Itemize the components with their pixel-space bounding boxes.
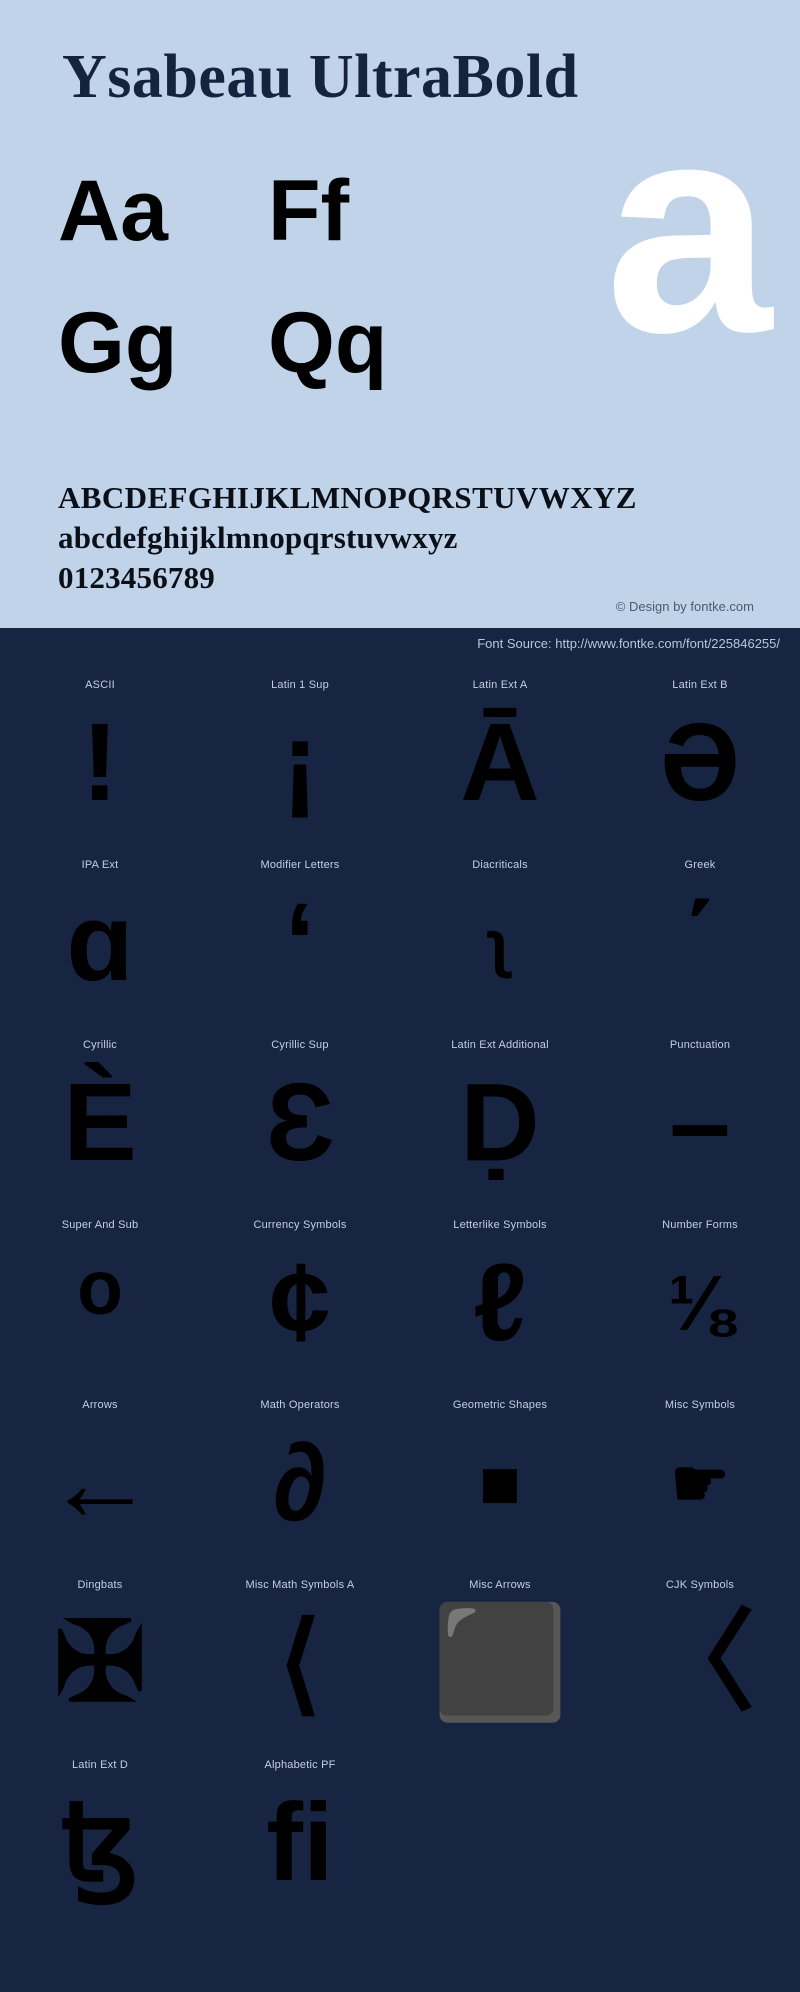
- unicode-block-glyph: ¡: [281, 701, 319, 824]
- unicode-block-cell-cjk-symbols[interactable]: CJK Symbols 〈: [600, 1564, 800, 1744]
- letter-pair-ff: Ff: [268, 163, 350, 259]
- unicode-block-glyph: ᵒ: [77, 1241, 123, 1364]
- copyright-credit: © Design by fontke.com: [615, 599, 754, 614]
- unicode-block-cell-ascii[interactable]: ASCII!: [0, 664, 200, 844]
- unicode-block-cell-cyrillic-sup[interactable]: Cyrillic Sup Ɛ: [200, 1024, 400, 1204]
- page-title: Ysabeau UltraBold: [62, 43, 579, 111]
- unicode-block-row: Super And Sub ᵒ Currency Symbols ¢ Letterlik…: [0, 1204, 800, 1384]
- unicode-block-glyph: ←: [45, 1421, 155, 1544]
- unicode-block-glyph: ʅ: [489, 907, 511, 979]
- unicode-block-glyph: ⟨: [278, 1601, 322, 1724]
- unicode-block-glyph: ☛: [670, 1446, 730, 1520]
- letter-pair-qq: Qq: [268, 295, 388, 391]
- unicode-block-row: IPA Ext ɑ Modifier Letters ʻ Diacriticals ʅ Gr…: [0, 844, 800, 1024]
- unicode-block-cell-misc-math-symbols-a[interactable]: Misc Math Symbols A ⟨: [200, 1564, 400, 1744]
- unicode-block-row: ASCII! Latin 1 Sup ¡ Latin Ext A Ā Latin Ext …: [0, 664, 800, 844]
- unicode-block-cell-currency-symbols[interactable]: Currency Symbols ¢: [200, 1204, 400, 1384]
- unicode-block-glyph: ﬁ: [266, 1781, 334, 1904]
- unicode-block-cell-letterlike-symbols[interactable]: Letterlike Symbols ℓ: [400, 1204, 600, 1384]
- showcase-glyph: a: [605, 59, 772, 395]
- unicode-block-glyph: –: [669, 1061, 731, 1184]
- unicode-block-cell-latin-ext-b[interactable]: Latin Ext BƏ: [600, 664, 800, 844]
- unicode-block-cell-latin-ext-d[interactable]: Latin Ext Dꜩ: [0, 1744, 200, 1924]
- unicode-block-label: [600, 1744, 800, 1758]
- unicode-block-cell-dingbats[interactable]: Dingbats ✠: [0, 1564, 200, 1744]
- unicode-block-glyph: ⬛: [431, 1601, 569, 1724]
- unicode-block-glyph: 〈: [645, 1601, 755, 1724]
- unicode-block-glyph: È: [63, 1061, 137, 1184]
- unicode-block-cell-latin-1-sup[interactable]: Latin 1 Sup ¡: [200, 664, 400, 844]
- unicode-block-cell-super-and-sub[interactable]: Super And Sub ᵒ: [0, 1204, 200, 1384]
- unicode-block-glyph: Ḍ: [460, 1061, 540, 1184]
- unicode-block-glyph: ʻ: [284, 881, 316, 1004]
- unicode-block-cell-math-operators[interactable]: Math Operators ∂: [200, 1384, 400, 1564]
- unicode-block-glyph: ꜩ: [60, 1781, 140, 1904]
- unicode-block-cell-ipa-ext[interactable]: IPA Ext ɑ: [0, 844, 200, 1024]
- letter-pair-grid: Aa Ff Gg Qq: [58, 168, 478, 432]
- alphabet-lowercase: abcdefghijklmnopqrstuvwxyz: [58, 520, 458, 555]
- unicode-block-glyph: Ə: [660, 701, 740, 824]
- font-source-link[interactable]: Font Source: http://www.fontke.com/font/…: [477, 636, 780, 651]
- unicode-block-cell-latin-ext-a[interactable]: Latin Ext AĀ: [400, 664, 600, 844]
- alphabet-digits: 0123456789: [58, 560, 215, 595]
- unicode-block-glyph: ✠: [53, 1601, 147, 1724]
- letter-pair-row: Gg Qq: [58, 300, 478, 432]
- unicode-block-row: Latin Ext Dꜩ Alphabetic PF ﬁ: [0, 1744, 800, 1924]
- unicode-block-glyph: ⅛: [667, 1259, 733, 1347]
- unicode-block-cell-geometric-shapes[interactable]: Geometric Shapes ■: [400, 1384, 600, 1564]
- unicode-block-glyph: ¢: [269, 1241, 331, 1364]
- unicode-block-glyph: ∂: [272, 1421, 328, 1544]
- unicode-block-grid: ASCII! Latin 1 Sup ¡ Latin Ext A Ā Latin Ext …: [0, 664, 800, 1924]
- letter-pair-gg: Gg: [58, 295, 178, 391]
- unicode-block-glyph: ΄: [681, 881, 719, 1004]
- unicode-block-cell-greek[interactable]: Greek ΄: [600, 844, 800, 1024]
- unicode-blocks-panel: Font Source: http://www.fontke.com/font/…: [0, 628, 800, 1992]
- unicode-block-cell-latin-ext-additional[interactable]: Latin Ext Additional Ḍ: [400, 1024, 600, 1204]
- unicode-block-glyph: ɑ: [66, 881, 134, 1004]
- unicode-block-cell-number-forms[interactable]: Number Forms ⅛: [600, 1204, 800, 1384]
- unicode-block-cell-diacriticals[interactable]: Diacriticals ʅ: [400, 844, 600, 1024]
- letter-pair-row: Aa Ff: [58, 168, 478, 300]
- font-specimen-page: Ysabeau UltraBold a Aa Ff Gg Qq ABCDEFGH…: [0, 0, 800, 1992]
- unicode-block-row: Dingbats ✠ Misc Math Symbols A ⟨ Misc Arrows…: [0, 1564, 800, 1744]
- unicode-block-cell-alphabetic-pf[interactable]: Alphabetic PF ﬁ: [200, 1744, 400, 1924]
- unicode-block-glyph: [600, 1768, 800, 1918]
- unicode-block-row: Cyrillic È Cyrillic Sup Ɛ Latin Ext Addition…: [0, 1024, 800, 1204]
- unicode-block-glyph: [400, 1768, 600, 1918]
- specimen-header-panel: Ysabeau UltraBold a Aa Ff Gg Qq ABCDEFGH…: [0, 0, 800, 628]
- unicode-block-cell-cyrillic[interactable]: Cyrillic È: [0, 1024, 200, 1204]
- unicode-block-cell-misc-symbols[interactable]: Misc Symbols ☛: [600, 1384, 800, 1564]
- unicode-block-cell-empty: [600, 1744, 800, 1924]
- unicode-block-glyph: Ā: [460, 701, 540, 824]
- unicode-block-cell-misc-arrows[interactable]: Misc Arrows ⬛: [400, 1564, 600, 1744]
- unicode-block-cell-empty: [400, 1744, 600, 1924]
- unicode-block-glyph: ℓ: [473, 1241, 527, 1364]
- unicode-block-glyph: Ɛ: [265, 1061, 335, 1184]
- alphabet-uppercase: ABCDEFGHIJKLMNOPQRSTUVWXYZ: [58, 480, 637, 515]
- letter-pair-aa: Aa: [58, 163, 168, 259]
- unicode-block-label: [400, 1744, 600, 1758]
- unicode-block-cell-modifier-letters[interactable]: Modifier Letters ʻ: [200, 844, 400, 1024]
- unicode-block-row: Arrows ← Math Operators ∂ Geometric Shapes ■ M…: [0, 1384, 800, 1564]
- unicode-block-glyph: !: [81, 701, 119, 824]
- unicode-block-cell-arrows[interactable]: Arrows ←: [0, 1384, 200, 1564]
- unicode-block-glyph: ■: [478, 1444, 522, 1522]
- unicode-block-cell-punctuation[interactable]: Punctuation –: [600, 1024, 800, 1204]
- alphabet-block: ABCDEFGHIJKLMNOPQRSTUVWXYZ abcdefghijklm…: [58, 478, 637, 598]
